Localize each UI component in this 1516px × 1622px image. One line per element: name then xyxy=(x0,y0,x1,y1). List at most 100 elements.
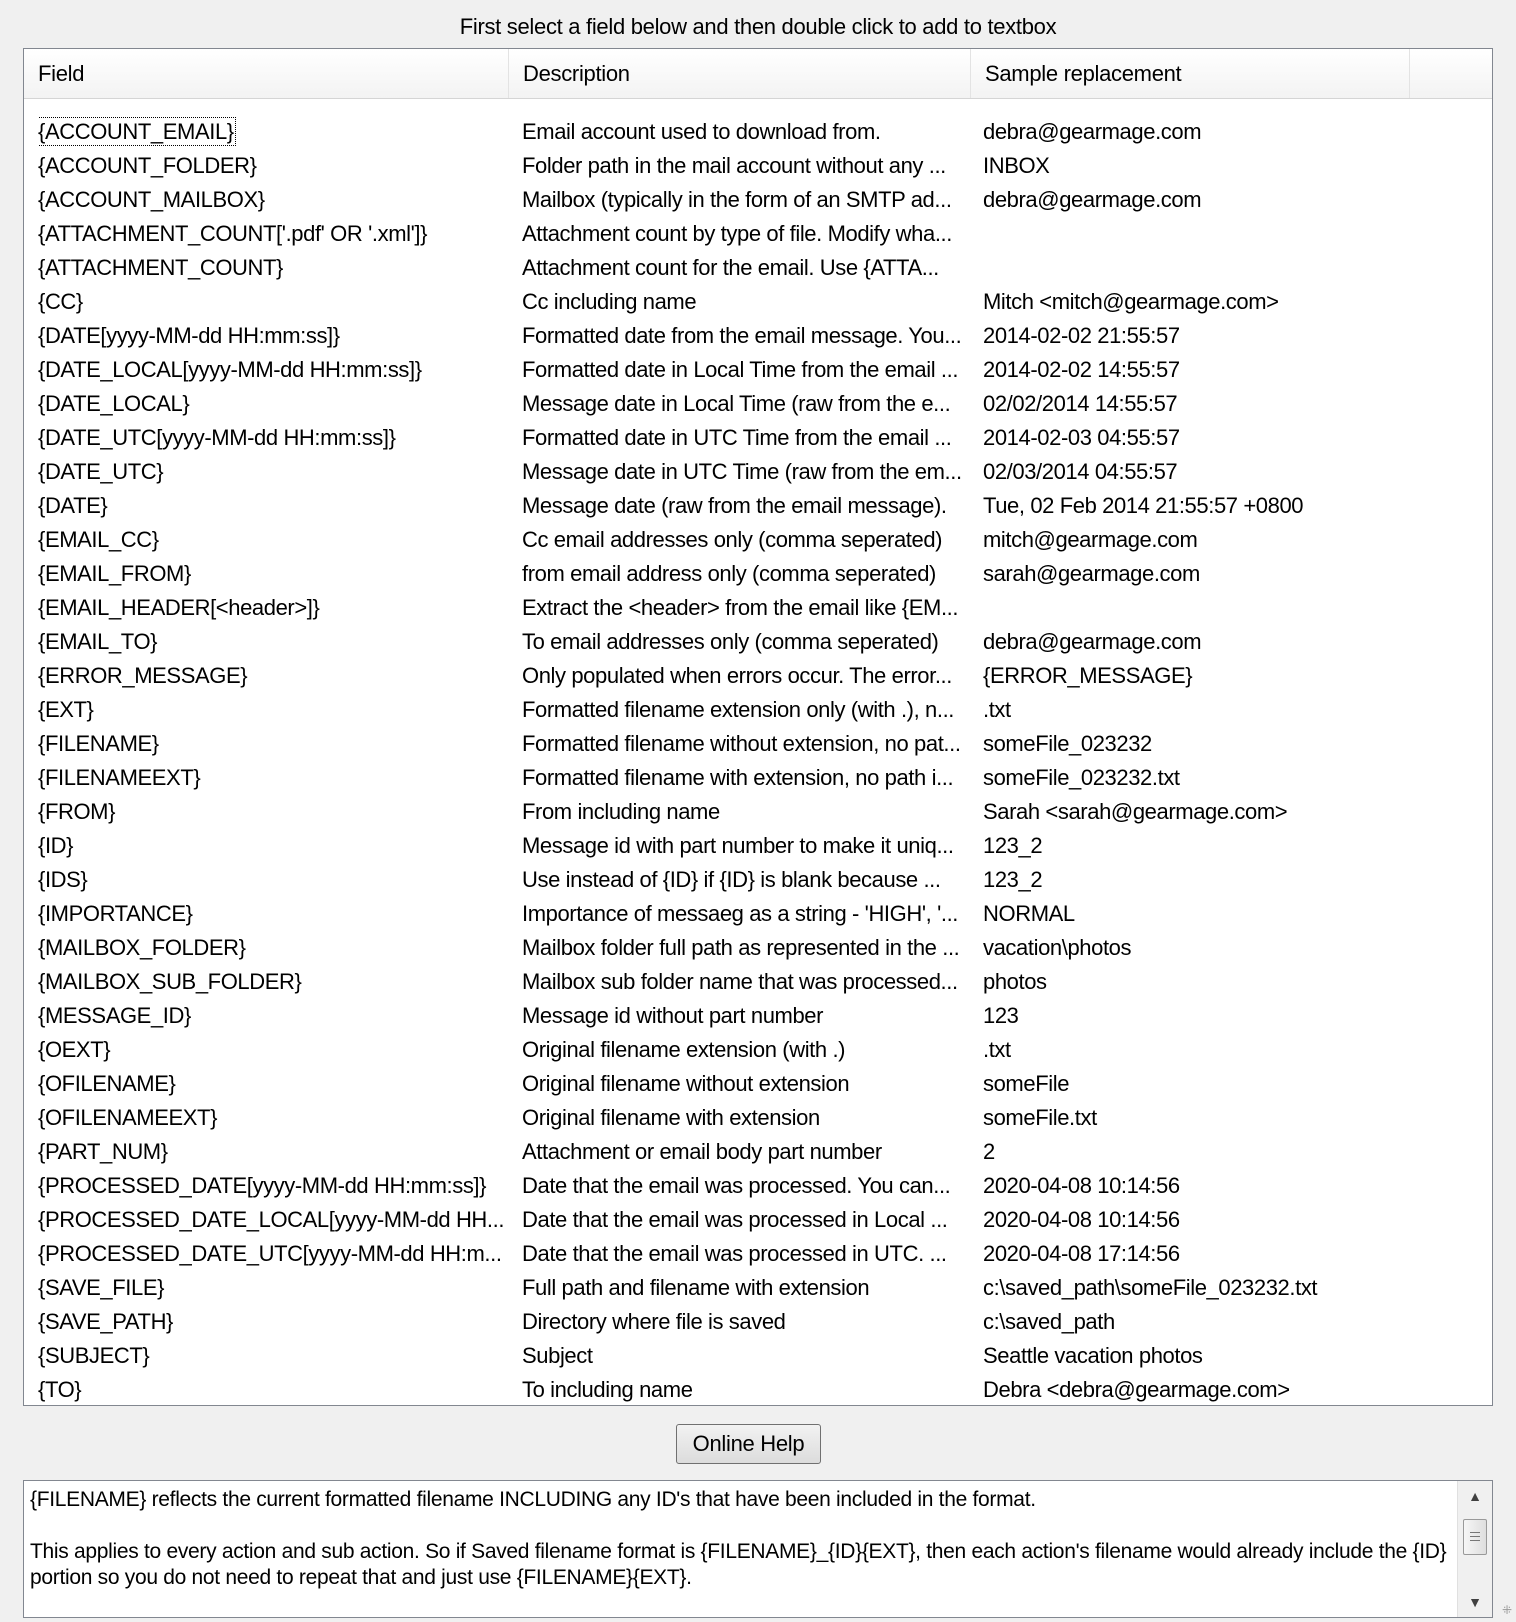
field-name: {DATE_LOCAL} xyxy=(38,391,190,416)
notes-line-2: This applies to every action and sub act… xyxy=(30,1540,1447,1589)
table-row[interactable]: {DATE_UTC[yyyy-MM-dd HH:mm:ss]} Formatted… xyxy=(24,421,1492,455)
table-row[interactable]: {ACCOUNT_EMAIL} Email account used to dow… xyxy=(24,115,1492,149)
column-header-field[interactable]: Field xyxy=(24,49,509,98)
table-row[interactable]: {MAILBOX_FOLDER} Mailbox folder full path… xyxy=(24,931,1492,965)
sample-cell: someFile xyxy=(983,1071,1070,1096)
table-row[interactable]: {CC} Cc including name Mitch <mitch@gearma… xyxy=(24,285,1492,319)
field-cell: {PROCESSED_DATE_UTC[yyyy-MM-dd HH:m... xyxy=(38,1237,508,1271)
column-header-sample-replacement[interactable]: Sample replacement xyxy=(971,49,1410,98)
table-row[interactable]: {FILENAME} Formatted filename without ext… xyxy=(24,727,1492,761)
description-cell: Cc email addresses only (comma seperated… xyxy=(522,527,943,552)
scroll-up-arrow-icon[interactable]: ▲ xyxy=(1458,1481,1492,1511)
description-cell: Extract the <header> from the email like… xyxy=(522,595,959,620)
resize-grip-icon[interactable]: ⁜ xyxy=(1496,1602,1512,1618)
field-name: {OFILENAME} xyxy=(38,1071,176,1096)
table-row[interactable]: {EMAIL_HEADER[<header>]} Extract the <hea… xyxy=(24,591,1492,625)
table-row[interactable]: {SAVE_PATH} Directory where file is saved… xyxy=(24,1305,1492,1339)
field-cell: {ACCOUNT_EMAIL} xyxy=(38,115,508,149)
sample-cell: someFile.txt xyxy=(983,1105,1097,1130)
sample-cell: someFile_023232.txt xyxy=(983,765,1180,790)
description-cell: Folder path in the mail account without … xyxy=(522,153,946,178)
table-row[interactable]: {DATE[yyyy-MM-dd HH:mm:ss]} Formatted dat… xyxy=(24,319,1492,353)
table-row[interactable]: {EXT} Formatted filename extension only (… xyxy=(24,693,1492,727)
table-row[interactable]: {DATE_UTC} Message date in UTC Time (raw … xyxy=(24,455,1492,489)
field-name: {ACCOUNT_MAILBOX} xyxy=(38,187,265,212)
table-row[interactable]: {IMPORTANCE} Importance of messaeg as a s… xyxy=(24,897,1492,931)
sample-cell: 2020-04-08 10:14:56 xyxy=(983,1207,1180,1232)
table-row[interactable]: {ATTACHMENT_COUNT} Attachment count for t… xyxy=(24,251,1492,285)
notes-scrollbar[interactable]: ▲ ▼ xyxy=(1457,1481,1492,1617)
table-row[interactable]: {ERROR_MESSAGE} Only populated when error… xyxy=(24,659,1492,693)
table-row[interactable]: {PROCESSED_DATE_UTC[yyyy-MM-dd HH:m... Da… xyxy=(24,1237,1492,1271)
sample-cell: c:\saved_path xyxy=(983,1309,1115,1334)
sample-cell: 123_2 xyxy=(983,867,1043,892)
notes-text: {FILENAME} reflects the current formatte… xyxy=(30,1487,1450,1591)
field-name: {DATE} xyxy=(38,493,108,518)
description-cell: Formatted filename with extension, no pa… xyxy=(522,765,954,790)
table-row[interactable]: {OFILENAME} Original filename without ext… xyxy=(24,1067,1492,1101)
table-row[interactable]: {OEXT} Original filename extension (with … xyxy=(24,1033,1492,1067)
listview-header: Field Description Sample replacement xyxy=(24,49,1492,99)
column-header-description[interactable]: Description xyxy=(509,49,971,98)
description-cell: Mailbox folder full path as represented … xyxy=(522,935,960,960)
sample-cell: 123 xyxy=(983,1003,1019,1028)
field-cell: {DATE_LOCAL[yyyy-MM-dd HH:mm:ss]} xyxy=(38,353,508,387)
field-name: {FROM} xyxy=(38,799,116,824)
table-row[interactable]: {PROCESSED_DATE_LOCAL[yyyy-MM-dd HH... Da… xyxy=(24,1203,1492,1237)
table-row[interactable]: {FROM} From including name Sarah <sarah@ge… xyxy=(24,795,1492,829)
table-row[interactable]: {ACCOUNT_FOLDER} Folder path in the mail … xyxy=(24,149,1492,183)
online-help-button[interactable]: Online Help xyxy=(676,1424,821,1464)
field-cell: {MAILBOX_FOLDER} xyxy=(38,931,508,965)
sample-cell: Seattle vacation photos xyxy=(983,1343,1203,1368)
sample-cell: 2020-04-08 17:14:56 xyxy=(983,1241,1180,1266)
table-row[interactable]: {MESSAGE_ID} Message id without part numb… xyxy=(24,999,1492,1033)
sample-cell: 02/02/2014 14:55:57 xyxy=(983,391,1178,416)
description-cell: To including name xyxy=(522,1377,693,1402)
table-row[interactable]: {IDS} Use instead of {ID} if {ID} is blan… xyxy=(24,863,1492,897)
field-cell: {ACCOUNT_MAILBOX} xyxy=(38,183,508,217)
table-row[interactable]: {SUBJECT} Subject Seattle vacation photos xyxy=(24,1339,1492,1373)
fields-listview[interactable]: Field Description Sample replacement {AC… xyxy=(23,48,1493,1406)
table-row[interactable]: {PART_NUM} Attachment or email body part … xyxy=(24,1135,1492,1169)
notes-line-1: {FILENAME} reflects the current formatte… xyxy=(30,1488,1036,1511)
table-row[interactable]: {EMAIL_FROM} from email address only (com… xyxy=(24,557,1492,591)
scroll-down-arrow-icon[interactable]: ▼ xyxy=(1458,1587,1492,1617)
field-cell: {FROM} xyxy=(38,795,508,829)
sample-cell: debra@gearmage.com xyxy=(983,629,1202,654)
field-cell: {EXT} xyxy=(38,693,508,727)
description-cell: Mailbox sub folder name that was process… xyxy=(522,969,958,994)
notes-textbox[interactable]: {FILENAME} reflects the current formatte… xyxy=(23,1480,1493,1618)
table-row[interactable]: {DATE_LOCAL[yyyy-MM-dd HH:mm:ss]} Formatt… xyxy=(24,353,1492,387)
table-row[interactable]: {TO} To including name Debra <debra@gearma… xyxy=(24,1373,1492,1405)
table-row[interactable]: {ATTACHMENT_COUNT['.pdf' OR '.xml']} Atta… xyxy=(24,217,1492,251)
field-cell: {DATE_UTC[yyyy-MM-dd HH:mm:ss]} xyxy=(38,421,508,455)
table-row[interactable]: {MAILBOX_SUB_FOLDER} Mailbox sub folder n… xyxy=(24,965,1492,999)
table-row[interactable]: {ACCOUNT_MAILBOX} Mailbox (typically in t… xyxy=(24,183,1492,217)
description-cell: from email address only (comma seperated… xyxy=(522,561,936,586)
field-name: {CC} xyxy=(38,289,83,314)
sample-cell: c:\saved_path\someFile_023232.txt xyxy=(983,1275,1318,1300)
table-row[interactable]: {OFILENAMEEXT} Original filename with ext… xyxy=(24,1101,1492,1135)
table-row[interactable]: {FILENAMEEXT} Formatted filename with ext… xyxy=(24,761,1492,795)
description-cell: Date that the email was processed in UTC… xyxy=(522,1241,947,1266)
field-name: {ACCOUNT_FOLDER} xyxy=(38,153,257,178)
scrollbar-thumb[interactable] xyxy=(1463,1519,1487,1555)
field-cell: {PROCESSED_DATE_LOCAL[yyyy-MM-dd HH... xyxy=(38,1203,508,1237)
table-row[interactable]: {ID} Message id with part number to make … xyxy=(24,829,1492,863)
table-row[interactable]: {SAVE_FILE} Full path and filename with … xyxy=(24,1271,1492,1305)
sample-cell: debra@gearmage.com xyxy=(983,119,1202,144)
table-row[interactable]: {PROCESSED_DATE[yyyy-MM-dd HH:mm:ss]} Dat… xyxy=(24,1169,1492,1203)
field-name: {PART_NUM} xyxy=(38,1139,168,1164)
sample-cell: Tue, 02 Feb 2014 21:55:57 +0800 xyxy=(983,493,1304,518)
table-row[interactable]: {EMAIL_CC} Cc email addresses only (comma… xyxy=(24,523,1492,557)
sample-cell: .txt xyxy=(983,1037,1011,1062)
field-name: {ATTACHMENT_COUNT['.pdf' OR '.xml']} xyxy=(38,221,428,246)
description-cell: Formatted filename without extension, no… xyxy=(522,731,961,756)
table-row[interactable]: {EMAIL_TO} To email addresses only (comma… xyxy=(24,625,1492,659)
field-name: {MAILBOX_FOLDER} xyxy=(38,935,246,960)
table-row[interactable]: {DATE_LOCAL} Message date in Local Time (… xyxy=(24,387,1492,421)
field-name: {PROCESSED_DATE[yyyy-MM-dd HH:mm:ss]} xyxy=(38,1173,487,1198)
field-cell: {SAVE_FILE} xyxy=(38,1271,508,1305)
description-cell: Attachment count by type of file. Modify… xyxy=(522,221,952,246)
table-row[interactable]: {DATE} Message date (raw from the email m… xyxy=(24,489,1492,523)
